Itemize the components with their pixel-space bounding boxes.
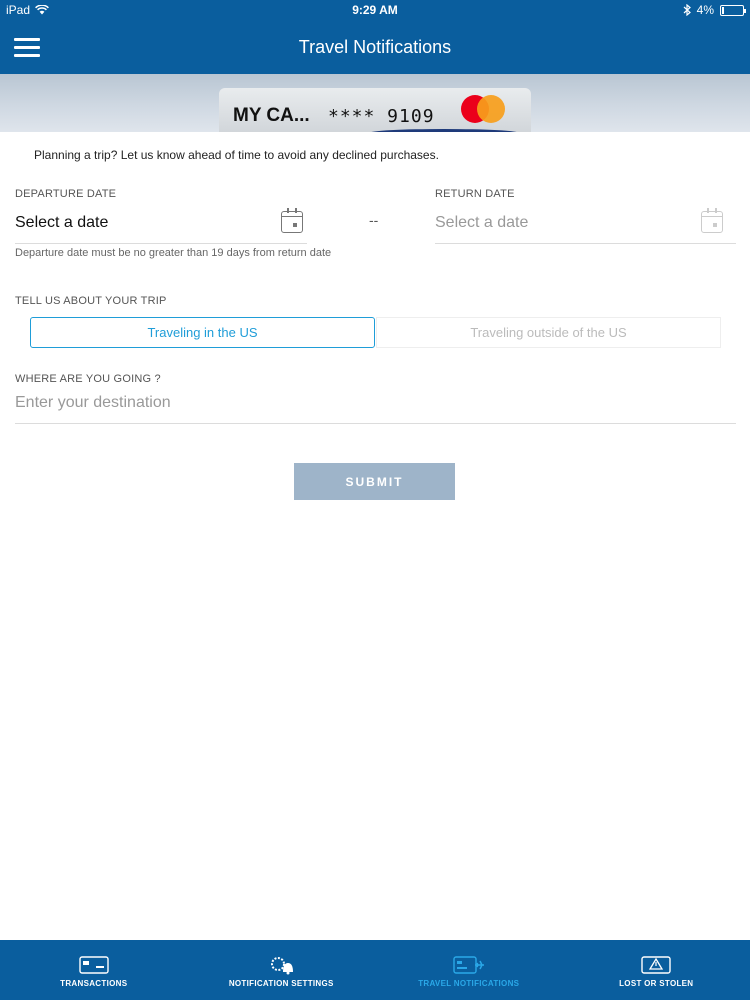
card-name: MY CA... bbox=[233, 105, 310, 126]
credit-card: MY CA... **** 9109 bbox=[219, 88, 531, 132]
status-time: 9:29 AM bbox=[352, 3, 398, 17]
status-bar: iPad 9:29 AM 4% bbox=[0, 0, 750, 20]
trip-type-label: TELL US ABOUT YOUR TRIP bbox=[15, 295, 167, 307]
gear-bell-icon bbox=[271, 957, 294, 975]
submit-button[interactable]: SUBMIT bbox=[294, 463, 455, 500]
card-icon bbox=[79, 956, 109, 974]
destination-label: WHERE ARE YOU GOING ? bbox=[15, 373, 161, 385]
tab-travel-notifications[interactable]: TRAVEL NOTIFICATIONS bbox=[375, 940, 563, 1000]
return-date-value: Select a date bbox=[435, 214, 529, 231]
tab-bar: TRANSACTIONS NOTIFICATION SETTINGS TRAVE… bbox=[0, 940, 750, 1000]
date-hint: Departure date must be no greater than 1… bbox=[15, 247, 332, 259]
bluetooth-icon bbox=[683, 4, 691, 16]
departure-date-label: DEPARTURE DATE bbox=[15, 188, 117, 200]
header-bar: iPad 9:29 AM 4% Travel Notifications bbox=[0, 0, 750, 74]
tab-label: TRANSACTIONS bbox=[60, 979, 128, 988]
card-plane-icon bbox=[453, 956, 484, 974]
departure-date-value: Select a date bbox=[15, 214, 109, 231]
destination-input[interactable]: Enter your destination bbox=[15, 394, 736, 424]
card-banner: MY CA... **** 9109 bbox=[0, 74, 750, 132]
tab-notification-settings[interactable]: NOTIFICATION SETTINGS bbox=[188, 940, 376, 1000]
calendar-icon[interactable] bbox=[701, 208, 723, 233]
calendar-icon[interactable] bbox=[281, 208, 303, 233]
trip-option-international[interactable]: Traveling outside of the US bbox=[376, 317, 721, 348]
tab-lost-or-stolen[interactable]: LOST OR STOLEN bbox=[563, 940, 750, 1000]
battery-percent: 4% bbox=[696, 3, 714, 17]
departure-date-field[interactable]: Select a date bbox=[15, 206, 307, 244]
tab-label: NOTIFICATION SETTINGS bbox=[228, 979, 334, 988]
tab-label: TRAVEL NOTIFICATIONS bbox=[418, 979, 520, 988]
intro-text: Planning a trip? Let us know ahead of ti… bbox=[34, 148, 439, 162]
mastercard-logo-icon bbox=[459, 94, 507, 124]
battery-icon bbox=[720, 4, 746, 16]
return-date-field[interactable]: Select a date bbox=[435, 206, 736, 244]
date-separator: -- bbox=[369, 212, 379, 228]
tab-transactions[interactable]: TRANSACTIONS bbox=[0, 940, 188, 1000]
card-alert-icon bbox=[641, 956, 671, 974]
tab-label: LOST OR STOLEN bbox=[619, 979, 694, 988]
return-date-label: RETURN DATE bbox=[435, 188, 515, 200]
trip-option-us[interactable]: Traveling in the US bbox=[30, 317, 375, 348]
page-title: Travel Notifications bbox=[298, 37, 452, 57]
card-number: **** 9109 bbox=[328, 106, 435, 127]
